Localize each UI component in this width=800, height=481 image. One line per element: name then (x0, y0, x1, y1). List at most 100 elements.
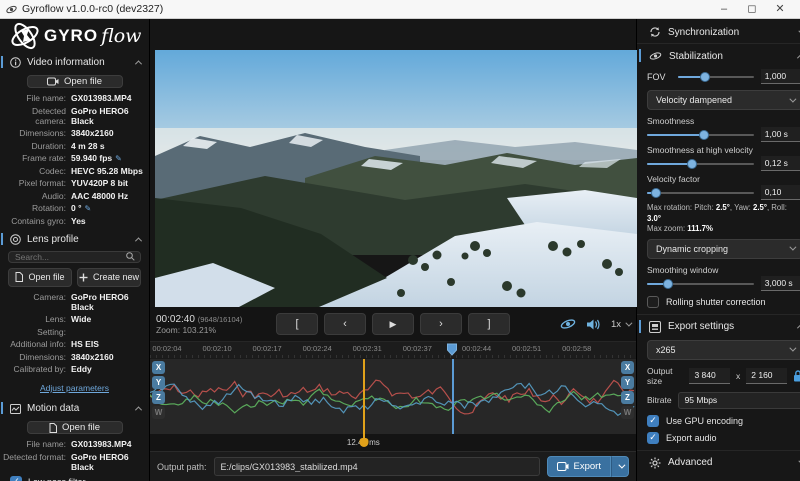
section-motion-data[interactable]: Motion data (0, 399, 149, 417)
stabilization-preview-toggle-icon[interactable] (560, 317, 576, 331)
axis-x-button-right[interactable]: X (621, 361, 634, 374)
chevron-down-icon (618, 462, 625, 469)
create-new-label: Create new (93, 272, 139, 282)
active-section-bar (1, 402, 3, 414)
app-icon (6, 4, 17, 15)
export-audio-label: Export audio (666, 433, 717, 443)
lens-search-input[interactable] (15, 252, 126, 262)
play-button[interactable]: ▶ (372, 313, 414, 335)
smoothness-value-field[interactable]: 1,00 s (761, 127, 800, 142)
section-advanced[interactable]: Advanced (637, 452, 800, 473)
field-label: Dimensions: (0, 128, 66, 138)
axis-z-button-left[interactable]: Z (152, 391, 165, 404)
maximize-button[interactable]: ◻ (738, 0, 766, 18)
lock-aspect-ratio-icon[interactable] (793, 370, 800, 382)
smoothness-high-velocity-slider[interactable] (647, 158, 754, 169)
rolling-shutter-label: Rolling shutter correction (666, 297, 766, 307)
open-lens-file-button[interactable]: Open file (8, 268, 72, 287)
sync-marker-handle[interactable] (360, 438, 369, 447)
fov-label: FOV (647, 72, 671, 82)
axis-w-button-left[interactable]: W (152, 406, 165, 419)
open-motion-file-button[interactable]: Open file (27, 421, 123, 434)
field-value: HEVC 95.28 Mbps (71, 166, 145, 176)
axis-y-button-left[interactable]: Y (152, 376, 165, 389)
velocity-factor-value-field[interactable]: 0,10 (761, 185, 800, 200)
smoothness-slider[interactable] (647, 129, 754, 140)
section-lens-profile[interactable]: Lens profile (0, 230, 149, 248)
lens-search[interactable] (8, 251, 141, 263)
smoothness-high-velocity-value-field[interactable]: 0,12 s (761, 156, 800, 171)
ruler-tick: 00:02:10 (202, 344, 231, 353)
edit-pencil-icon[interactable]: ✎ (115, 154, 122, 163)
previous-frame-button[interactable]: ‹ (324, 313, 366, 335)
max-zoom-info: Max zoom: (647, 224, 687, 233)
trim-start-button[interactable]: [ (276, 313, 318, 335)
chevron-down-icon (789, 95, 796, 102)
gyro-timeline-chart[interactable]: X Y Z W X Y Z W (150, 358, 636, 434)
rolling-shutter-checkbox[interactable] (647, 296, 659, 308)
low-pass-filter-checkbox[interactable]: ✓ (10, 476, 22, 481)
sync-icon (649, 26, 661, 38)
next-frame-button[interactable]: › (420, 313, 462, 335)
axis-x-button-left[interactable]: X (152, 361, 165, 374)
field-label: Lens: (0, 314, 66, 324)
axis-w-button-right[interactable]: W (621, 406, 634, 419)
window-titlebar: Gyroflow v1.0.0-rc0 (dev2327) – ◻ ✕ (0, 0, 800, 19)
field-label: Frame rate: (0, 153, 66, 163)
bitrate-field[interactable]: 95 Mbps (678, 392, 800, 409)
codec-value: x265 (656, 345, 789, 355)
field-label: Pixel format: (0, 178, 66, 188)
velocity-factor-label: Velocity factor (647, 174, 800, 184)
adjust-parameters-link[interactable]: Adjust parameters (40, 383, 109, 393)
smoothing-window-label: Smoothing window (647, 265, 800, 275)
output-path-input[interactable] (214, 457, 540, 476)
export-audio-checkbox[interactable]: ✓ (647, 432, 659, 444)
sync-offset-marker[interactable] (363, 359, 365, 442)
export-options-dropdown[interactable] (611, 456, 629, 477)
smoothing-window-slider[interactable] (647, 278, 754, 289)
field-label: Duration: (0, 141, 66, 151)
field-label: Detected format: (0, 452, 66, 472)
output-width-field[interactable]: 3 840 (689, 368, 730, 384)
close-button[interactable]: ✕ (766, 0, 794, 18)
playback-speed-dropdown[interactable]: 1x (611, 319, 630, 330)
fov-slider[interactable] (678, 71, 754, 82)
low-pass-filter-label: Low pass filter (28, 477, 86, 481)
section-export-settings[interactable]: Export settings (637, 316, 800, 337)
center-panel: 00:02:40 (9648/16104) Zoom: 103.21% [ ‹ … (150, 19, 636, 481)
axis-z-button-right[interactable]: Z (621, 391, 634, 404)
smoothing-method-dropdown[interactable]: Velocity dampened (647, 90, 800, 110)
left-panel: GYRO flow Video information Open file Fi… (0, 19, 150, 481)
smoothing-window-value-field[interactable]: 3,000 s (761, 276, 800, 291)
open-file-label: Open file (28, 272, 64, 282)
export-button[interactable]: Export (547, 456, 611, 477)
open-file-label: Open file (62, 422, 100, 433)
output-height-field[interactable]: 2 160 (746, 368, 787, 384)
video-preview[interactable] (155, 50, 637, 307)
trim-end-button[interactable]: ] (468, 313, 510, 335)
open-video-button[interactable]: Open file (27, 75, 123, 88)
playhead-handle[interactable] (447, 343, 458, 356)
fov-value-field[interactable]: 1,000 (761, 69, 800, 84)
velocity-factor-slider[interactable] (647, 187, 754, 198)
section-title: Video information (27, 57, 130, 68)
section-synchronization[interactable]: Synchronization (637, 21, 800, 42)
field-value: GX013983.MP4 (71, 439, 145, 449)
gpu-encoding-checkbox[interactable]: ✓ (647, 415, 659, 427)
create-new-lens-button[interactable]: Create new (77, 268, 141, 287)
codec-dropdown[interactable]: x265 (647, 340, 800, 360)
axis-y-button-right[interactable]: Y (621, 376, 634, 389)
section-title: Lens profile (27, 234, 130, 245)
gpu-encoding-label: Use GPU encoding (666, 416, 743, 426)
chevron-up-icon (135, 60, 142, 67)
edit-pencil-icon[interactable]: ✎ (85, 204, 92, 213)
cropping-mode-dropdown[interactable]: Dynamic cropping (647, 239, 800, 259)
section-title: Motion data (27, 403, 130, 414)
timeline-ruler[interactable]: 00:02:04 00:02:10 00:02:17 00:02:24 00:0… (150, 341, 636, 358)
field-label: Codec: (0, 166, 66, 176)
zoom-level: Zoom: 103.21% (156, 325, 276, 335)
volume-icon[interactable] (586, 318, 601, 331)
section-video-information[interactable]: Video information (0, 53, 149, 71)
section-stabilization[interactable]: Stabilization (637, 45, 800, 66)
minimize-button[interactable]: – (710, 0, 738, 18)
